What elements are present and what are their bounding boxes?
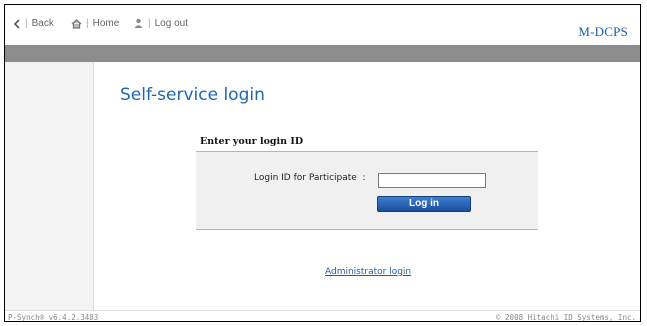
nav-separator: | <box>86 18 89 29</box>
footer: P-Synch® v6.4.2.3483 © 2008 Hitachi ID S… <box>5 310 640 322</box>
copyright-text: © 2008 Hitachi ID Systems, Inc. <box>496 313 636 322</box>
version-text: P-Synch® v6.4.2.3483 <box>8 313 99 322</box>
user-icon <box>134 18 143 28</box>
nav-separator: | <box>148 18 151 29</box>
logout-link[interactable]: | Log out <box>133 18 188 29</box>
top-navigation: | Back | Home | Log out M-DCPS <box>5 5 640 45</box>
nav-separator: | <box>25 18 28 29</box>
logout-label: Log out <box>154 18 188 29</box>
home-label: Home <box>92 18 120 29</box>
page-frame: | Back | Home | Log out M-DCPS Self-serv… <box>4 4 641 322</box>
back-link[interactable]: | Back <box>13 18 54 29</box>
page-title: Self-service login <box>120 85 265 105</box>
administrator-login-link[interactable]: Administrator login <box>325 267 411 277</box>
login-button[interactable]: Log in <box>377 196 471 212</box>
brand-logo: M-DCPS <box>578 24 628 39</box>
back-arrow-icon <box>13 18 20 29</box>
header-bar <box>5 45 640 62</box>
login-heading: Enter your login ID <box>200 136 304 147</box>
home-icon <box>71 18 82 29</box>
login-id-label: Login ID for Participate : <box>254 173 366 183</box>
back-label: Back <box>31 18 54 29</box>
home-link[interactable]: | Home <box>71 18 119 29</box>
login-id-input[interactable] <box>378 173 486 188</box>
left-sidebar <box>5 62 94 310</box>
login-form: Login ID for Participate : Log in <box>196 151 538 230</box>
